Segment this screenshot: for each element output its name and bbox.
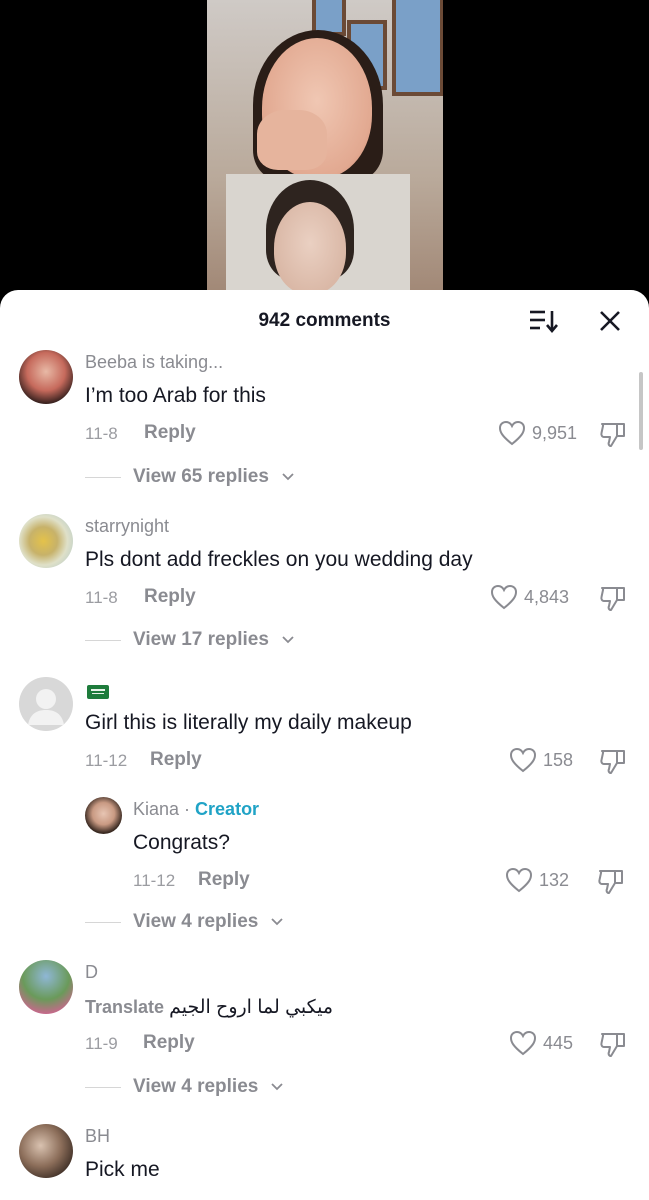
view-replies-button[interactable]: View 4 replies <box>85 1076 284 1098</box>
reply-button[interactable]: Reply <box>144 586 196 608</box>
chevron-down-icon <box>282 636 294 644</box>
close-icon <box>600 311 620 331</box>
chevron-down-icon <box>271 918 283 926</box>
like-button[interactable]: 158 <box>509 747 573 773</box>
avatar[interactable] <box>19 960 73 1014</box>
dislike-button[interactable] <box>599 420 627 448</box>
dislike-button[interactable] <box>599 584 627 612</box>
creator-hand <box>257 110 327 170</box>
avatar[interactable] <box>19 677 73 731</box>
sort-button[interactable] <box>527 307 559 335</box>
chevron-down-icon <box>271 1083 283 1091</box>
dislike-icon <box>600 1033 625 1057</box>
reply-text: Congrats? <box>133 831 230 854</box>
dislike-icon <box>600 423 625 447</box>
scrollbar[interactable] <box>639 372 643 450</box>
dislike-icon <box>598 870 623 894</box>
comment-username[interactable]: Beeba is taking... <box>85 352 223 373</box>
dislike-button[interactable] <box>599 1030 627 1058</box>
comment-text: Girl this is literally my daily makeup <box>85 711 412 734</box>
like-button[interactable]: 4,843 <box>490 584 569 610</box>
chevron-down-icon <box>282 473 294 481</box>
reply-button[interactable]: Reply <box>143 1032 195 1054</box>
default-avatar-icon <box>28 689 64 725</box>
view-replies-button[interactable]: View 65 replies <box>85 466 295 488</box>
comment-username[interactable]: starrynight <box>85 516 169 537</box>
like-button[interactable]: 9,951 <box>498 420 577 446</box>
like-count: 132 <box>539 869 570 890</box>
comment-text: Pls dont add freckles on you wedding day <box>85 548 473 571</box>
video-player[interactable] <box>0 0 649 300</box>
reference-photo <box>226 174 410 300</box>
dislike-icon <box>600 587 625 611</box>
like-count: 158 <box>543 749 574 770</box>
like-count: 4,843 <box>524 586 570 607</box>
comment-username[interactable]: D <box>85 962 98 983</box>
heart-icon <box>509 747 537 773</box>
close-button[interactable] <box>596 307 624 335</box>
reply-button[interactable]: Reply <box>144 422 196 444</box>
view-replies-button[interactable]: View 17 replies <box>85 629 295 651</box>
reply-date: 11-12 <box>133 871 176 890</box>
comment-username[interactable]: BH <box>85 1126 110 1147</box>
view-replies-button[interactable]: View 4 replies <box>85 911 284 933</box>
wall-picture <box>392 0 443 96</box>
dislike-button[interactable] <box>599 747 627 775</box>
avatar[interactable] <box>19 514 73 568</box>
comment-date: 11-8 <box>85 588 118 607</box>
dislike-button[interactable] <box>597 867 625 895</box>
like-count: 445 <box>543 1032 574 1053</box>
creator-badge: Creator <box>195 799 260 819</box>
avatar[interactable] <box>85 797 122 834</box>
dislike-icon <box>600 750 625 774</box>
comment-text: Pick me <box>85 1158 160 1181</box>
heart-icon <box>509 1030 537 1056</box>
comment-text: ميكبي لما اروح الجيم <box>169 997 334 1018</box>
heart-icon <box>490 584 518 610</box>
like-button[interactable]: 445 <box>509 1030 573 1056</box>
comment-date: 11-9 <box>85 1034 118 1053</box>
comment-date: 11-8 <box>85 424 118 443</box>
comment-text: I’m too Arab for this <box>85 384 266 407</box>
avatar[interactable] <box>19 1124 73 1178</box>
comment-date: 11-12 <box>85 751 128 770</box>
like-button[interactable]: 132 <box>505 867 569 893</box>
avatar[interactable] <box>19 350 73 404</box>
reply-username[interactable]: Kiana · Creator <box>133 799 259 820</box>
reply-button[interactable]: Reply <box>198 869 250 891</box>
translate-button[interactable]: Translate ميكبي لما اروح الجيم <box>85 996 333 1019</box>
comments-sheet: 942 comments Beeba is taking... I’m too … <box>0 290 649 1200</box>
like-count: 9,951 <box>532 422 578 443</box>
reply-button[interactable]: Reply <box>150 749 202 771</box>
saudi-flag-icon <box>87 685 109 699</box>
heart-icon <box>505 867 533 893</box>
heart-icon <box>498 420 526 446</box>
video-frame <box>207 0 443 300</box>
comments-header: 942 comments <box>0 290 649 352</box>
sort-icon <box>530 310 558 334</box>
